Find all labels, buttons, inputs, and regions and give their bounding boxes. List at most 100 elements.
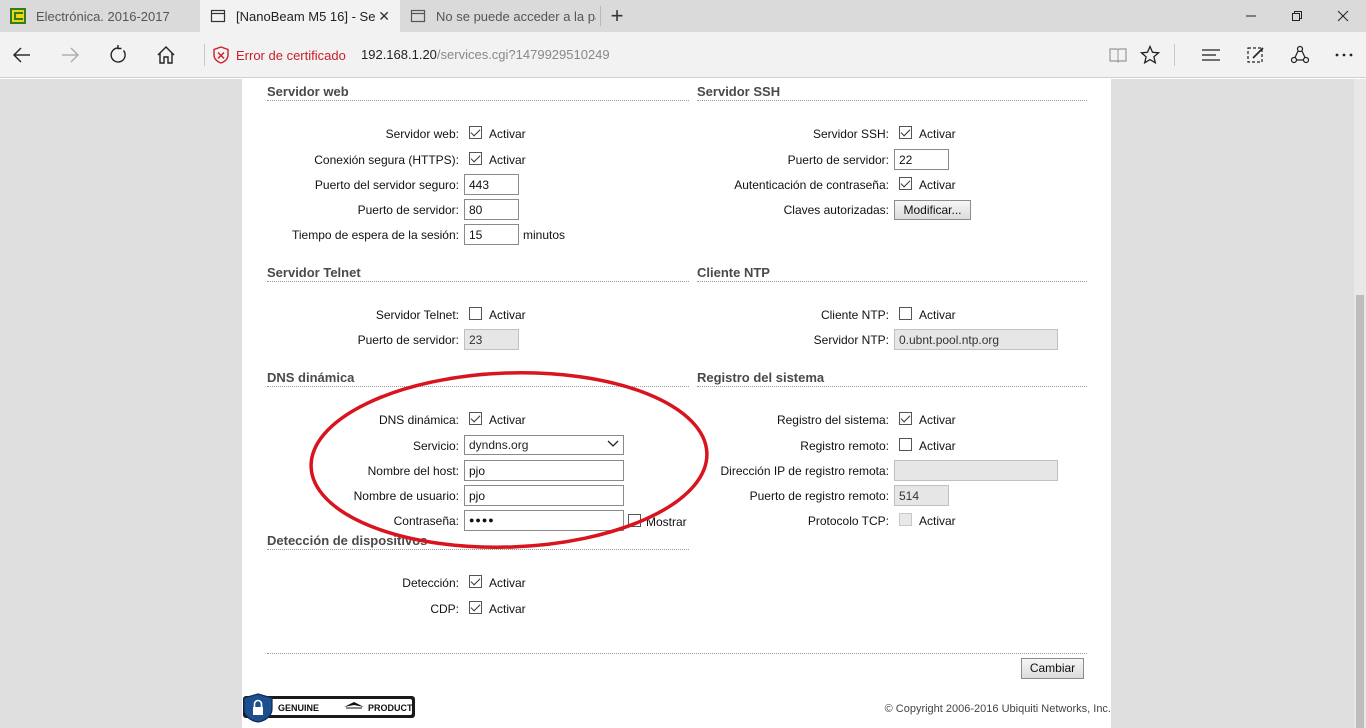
telnet-port-input[interactable]: 23 <box>464 329 519 350</box>
web-port-input[interactable]: 80 <box>464 199 519 220</box>
ddns-service-select[interactable]: dyndns.org <box>464 435 624 455</box>
url-path: /services.cgi?1479929510249 <box>436 47 610 62</box>
address-field[interactable]: 192.168.1.20/services.cgi?1479929510249 <box>361 47 610 62</box>
web-server-activate-text: Activar <box>489 127 526 141</box>
password-input[interactable]: ●●●● <box>464 510 624 531</box>
shield-error-icon <box>213 46 229 64</box>
label-telnet-port: Puerto de servidor: <box>357 333 459 347</box>
tab-title: No se puede acceder a la pá <box>436 8 596 24</box>
back-button[interactable] <box>6 39 38 71</box>
scrollbar-thumb[interactable] <box>1356 295 1364 728</box>
user-name-input[interactable]: pjo <box>464 485 624 506</box>
certificate-error-text: Error de certificado <box>236 47 346 63</box>
telnet-activate-text: Activar <box>489 308 526 322</box>
hub-button[interactable] <box>1195 39 1227 71</box>
services-panel: Servidor web Servidor web: Activar Conex… <box>242 79 1111 693</box>
page-icon <box>410 9 426 23</box>
label-telnet-server: Servidor Telnet: <box>375 308 459 322</box>
genuine-logo-right-text: PRODUCT <box>368 703 413 713</box>
section-title-ntp: Cliente NTP <box>697 265 770 280</box>
section-divider <box>697 386 1087 387</box>
close-window-button[interactable] <box>1320 0 1366 32</box>
tab-title: [NanoBeam M5 16] - Se <box>236 8 376 24</box>
favorite-star-icon <box>1140 45 1160 65</box>
section-divider <box>697 281 1087 282</box>
reading-view-button[interactable] <box>1102 39 1134 71</box>
navigation-bar: Error de certificado 192.168.1.20/servic… <box>0 32 1366 78</box>
toolbar-divider <box>1174 44 1175 66</box>
checkbox-web-server[interactable] <box>469 126 482 139</box>
share-button[interactable] <box>1284 39 1316 71</box>
tab-divider <box>600 6 601 26</box>
tab-nanobeam[interactable]: [NanoBeam M5 16] - Se ✕ <box>200 0 400 32</box>
restore-icon <box>1292 11 1302 21</box>
checkbox-tcp-protocol[interactable] <box>899 513 912 526</box>
checkbox-telnet-server[interactable] <box>469 307 482 320</box>
close-icon <box>1337 10 1349 22</box>
favorite-button[interactable] <box>1134 39 1166 71</box>
session-timeout-input[interactable]: 15 <box>464 224 519 245</box>
section-title-discovery: Detección de dispositivos <box>267 533 428 548</box>
label-remote-log-ip: Dirección IP de registro remota: <box>720 464 889 478</box>
home-button[interactable] <box>150 39 182 71</box>
web-note-button[interactable] <box>1240 39 1272 71</box>
ssh-port-input[interactable]: 22 <box>894 149 949 170</box>
timeout-unit: minutos <box>523 228 566 242</box>
checkbox-ddns[interactable] <box>469 412 482 425</box>
label-ssh-server: Servidor SSH: <box>812 127 889 141</box>
label-secure-port: Puerto del servidor seguro: <box>314 178 459 192</box>
chevron-down-icon <box>607 440 619 447</box>
vertical-scrollbar[interactable] <box>1354 79 1366 728</box>
checkbox-ssh-server[interactable] <box>899 126 912 139</box>
section-title-telnet: Servidor Telnet <box>267 265 361 280</box>
section-divider <box>697 100 1087 101</box>
checkbox-remote-log[interactable] <box>899 438 912 451</box>
checkbox-cdp[interactable] <box>469 601 482 614</box>
tab-bar: Electrónica. 2016-2017 [NanoBeam M5 16] … <box>0 0 1366 32</box>
new-tab-button[interactable]: + <box>604 3 630 29</box>
apply-changes-button[interactable]: Cambiar <box>1021 658 1084 679</box>
checkbox-discovery[interactable] <box>469 575 482 588</box>
page-viewport: Servidor web Servidor web: Activar Conex… <box>0 79 1366 728</box>
syslog-activate-text: Activar <box>919 413 956 427</box>
remote-log-ip-input[interactable] <box>894 460 1058 481</box>
certificate-error[interactable]: Error de certificado <box>212 46 346 64</box>
tab-electronica[interactable]: Electrónica. 2016-2017 <box>0 0 200 32</box>
label-ddns-service: Servicio: <box>412 439 459 453</box>
tab-error[interactable]: No se puede acceder a la pá <box>400 0 600 32</box>
label-ntp-client: Cliente NTP: <box>820 308 889 322</box>
remote-log-port-input[interactable]: 514 <box>894 485 949 506</box>
label-discovery: Detección: <box>402 576 459 590</box>
minimize-button[interactable] <box>1228 0 1274 32</box>
refresh-icon <box>110 45 126 63</box>
reading-view-icon <box>1109 48 1127 63</box>
address-divider <box>204 44 205 66</box>
host-name-input[interactable]: pjo <box>464 460 624 481</box>
more-button[interactable] <box>1328 39 1360 71</box>
show-password-text: Mostrar <box>646 515 687 529</box>
web-note-icon <box>1247 47 1264 63</box>
checkbox-syslog[interactable] <box>899 412 912 425</box>
checkbox-password-auth[interactable] <box>899 177 912 190</box>
copyright-text: © Copyright 2006-2016 Ubiquiti Networks,… <box>884 703 1111 715</box>
form-bottom-divider <box>267 653 1087 654</box>
section-title-ddns: DNS dinámica <box>267 370 355 385</box>
label-cdp: CDP: <box>430 602 459 616</box>
tab-title: Electrónica. 2016-2017 <box>36 8 170 24</box>
discovery-activate-text: Activar <box>489 576 526 590</box>
checkbox-https[interactable] <box>469 152 482 165</box>
close-tab-icon[interactable]: ✕ <box>378 8 390 25</box>
modify-keys-button[interactable]: Modificar... <box>894 200 971 220</box>
checkbox-show-password[interactable] <box>628 514 641 527</box>
section-divider <box>267 100 689 101</box>
ssh-activate-text: Activar <box>919 127 956 141</box>
tcp-activate-text: Activar <box>919 514 956 528</box>
ntp-server-input[interactable]: 0.ubnt.pool.ntp.org <box>894 329 1058 350</box>
label-host-name: Nombre del host: <box>367 464 459 478</box>
refresh-button[interactable] <box>102 39 134 71</box>
checkbox-ntp-client[interactable] <box>899 307 912 320</box>
secure-port-input[interactable]: 443 <box>464 174 519 195</box>
hub-icon <box>1202 49 1220 61</box>
forward-button[interactable] <box>54 39 86 71</box>
restore-button[interactable] <box>1274 0 1320 32</box>
